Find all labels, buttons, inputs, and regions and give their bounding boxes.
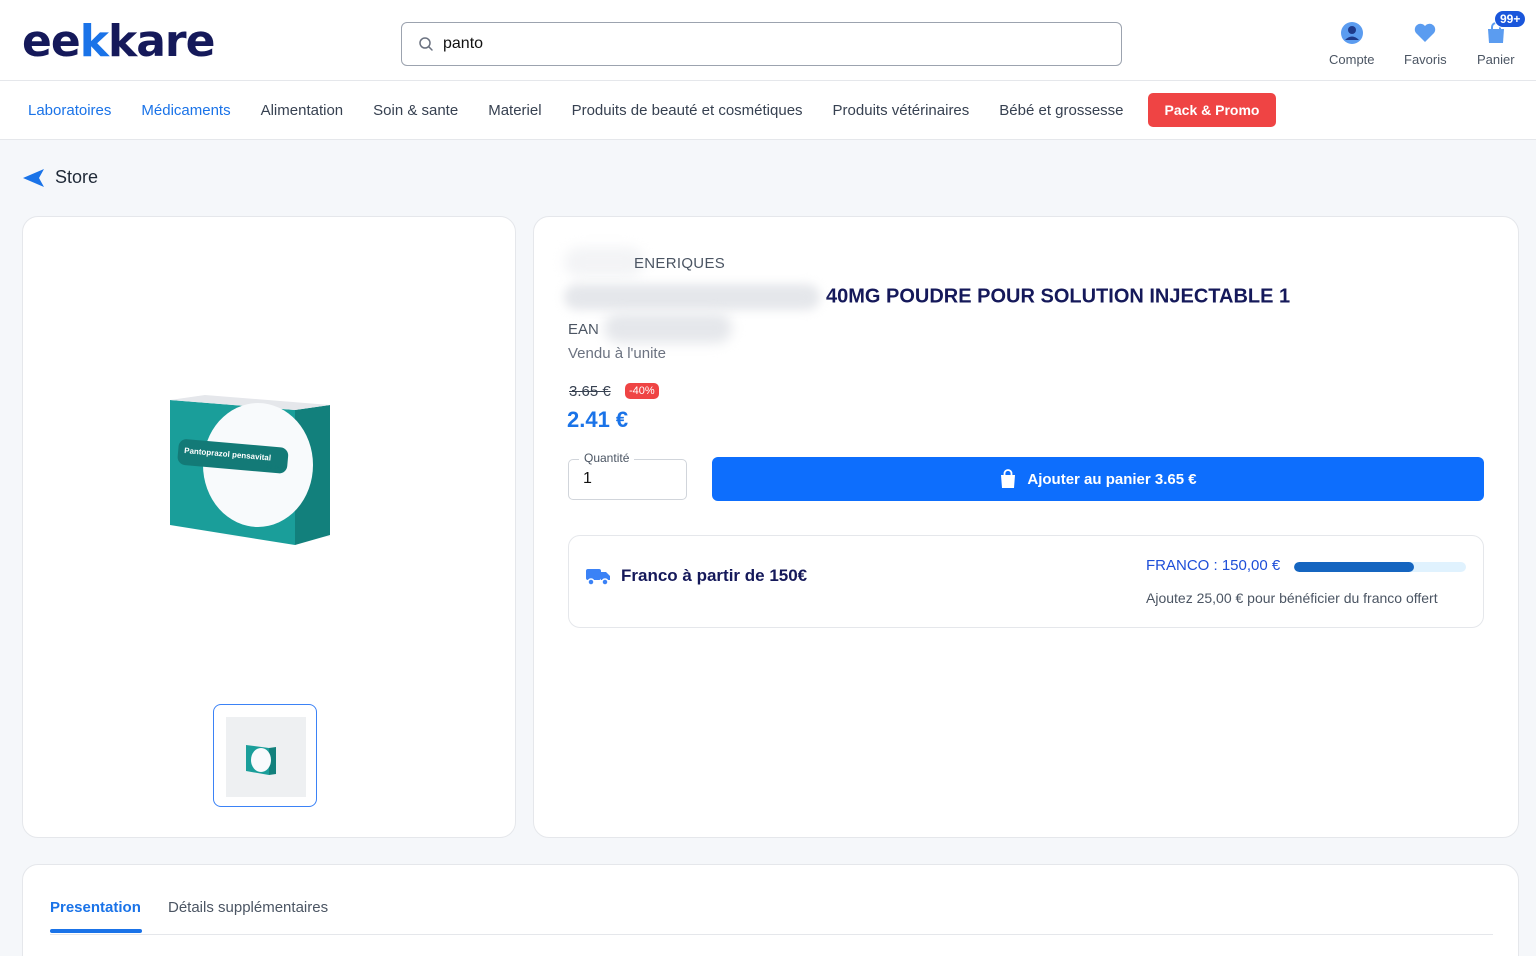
search-bar[interactable] <box>401 22 1122 66</box>
nav-item-materiel[interactable]: Materiel <box>488 102 541 119</box>
franco-note: Ajoutez 25,00 € pour bénéficier du franc… <box>1146 590 1438 606</box>
ean-label: EAN <box>568 321 599 338</box>
back-to-store-link[interactable]: Store <box>22 167 98 188</box>
product-thumbnail-image <box>226 717 306 797</box>
product-thumbnail[interactable] <box>213 704 317 807</box>
favorites-button[interactable]: Favoris <box>1404 20 1447 67</box>
product-title: 40MG POUDRE POUR SOLUTION INJECTABLE 1 <box>564 284 1290 310</box>
tabs-divider <box>50 934 1493 935</box>
search-icon <box>419 37 433 51</box>
nav-item-bebe-grossesse[interactable]: Bébé et grossesse <box>999 102 1123 119</box>
discount-badge: -40% <box>625 383 659 399</box>
active-tab-indicator <box>50 929 142 933</box>
nav-item-soin-sante[interactable]: Soin & sante <box>373 102 458 119</box>
franco-amount: FRANCO : 150,00 € <box>1146 557 1281 574</box>
product-image: Pantoprazol pensavital 20 mg <box>170 395 330 545</box>
tab-details[interactable]: Détails supplémentaires <box>168 899 328 916</box>
user-icon <box>1340 22 1363 44</box>
franco-title: Franco à partir de 150€ <box>586 566 807 586</box>
tab-presentation[interactable]: Presentation <box>50 899 141 916</box>
heart-icon <box>1415 23 1436 42</box>
product-brand: ENERIQUES <box>634 255 726 272</box>
nav-item-beaute-cosmetiques[interactable]: Produits de beauté et cosmétiques <box>572 102 803 119</box>
product-tabs-card: Presentation Détails supplémentaires <box>22 864 1519 956</box>
quantity-field[interactable]: Quantité <box>568 451 687 500</box>
shopping-bag-icon <box>1001 469 1016 488</box>
redacted-blur <box>564 247 644 277</box>
redacted-ean-blur <box>604 313 732 343</box>
product-info-card: ENERIQUES 40MG POUDRE POUR SOLUTION INJE… <box>533 216 1519 838</box>
nav-item-veterinaires[interactable]: Produits vétérinaires <box>833 102 970 119</box>
franco-progress-bar <box>1294 562 1466 572</box>
back-label: Store <box>55 167 99 187</box>
back-arrow-icon <box>23 168 44 187</box>
franco-progress-fill <box>1294 562 1415 572</box>
nav-item-alimentation[interactable]: Alimentation <box>261 102 344 119</box>
sold-unit-text: Vendu à l'unite <box>568 345 666 362</box>
product-image-card: Pantoprazol pensavital 20 mg <box>22 216 516 838</box>
delivery-truck-icon <box>586 569 610 586</box>
current-price: 2.41 € <box>567 407 629 432</box>
franco-box: Franco à partir de 150€ FRANCO : 150,00 … <box>568 535 1484 628</box>
pack-promo-button[interactable]: Pack & Promo <box>1147 93 1277 127</box>
quantity-label: Quantité <box>579 451 635 465</box>
account-label: Compte <box>1329 52 1375 67</box>
account-button[interactable]: Compte <box>1329 20 1375 67</box>
logo[interactable]: eekkare <box>22 18 215 66</box>
favorites-label: Favoris <box>1404 52 1447 67</box>
add-to-cart-label: Ajouter au panier 3.65 € <box>1027 470 1197 488</box>
old-price: 3.65 € <box>569 383 611 400</box>
nav-item-medicaments[interactable]: Médicaments <box>141 102 230 119</box>
quantity-input[interactable] <box>583 470 673 488</box>
nav-item-laboratoires[interactable]: Laboratoires <box>28 102 111 119</box>
add-to-cart-button[interactable]: Ajouter au panier 3.65 € <box>712 457 1484 501</box>
cart-label: Panier <box>1477 52 1515 67</box>
search-input[interactable] <box>443 35 1083 53</box>
category-nav: Laboratoires Médicaments Alimentation So… <box>0 81 1536 140</box>
header: eekkare Compte Favoris Panier 99+ <box>0 0 1536 81</box>
cart-count-badge: 99+ <box>1494 10 1527 28</box>
